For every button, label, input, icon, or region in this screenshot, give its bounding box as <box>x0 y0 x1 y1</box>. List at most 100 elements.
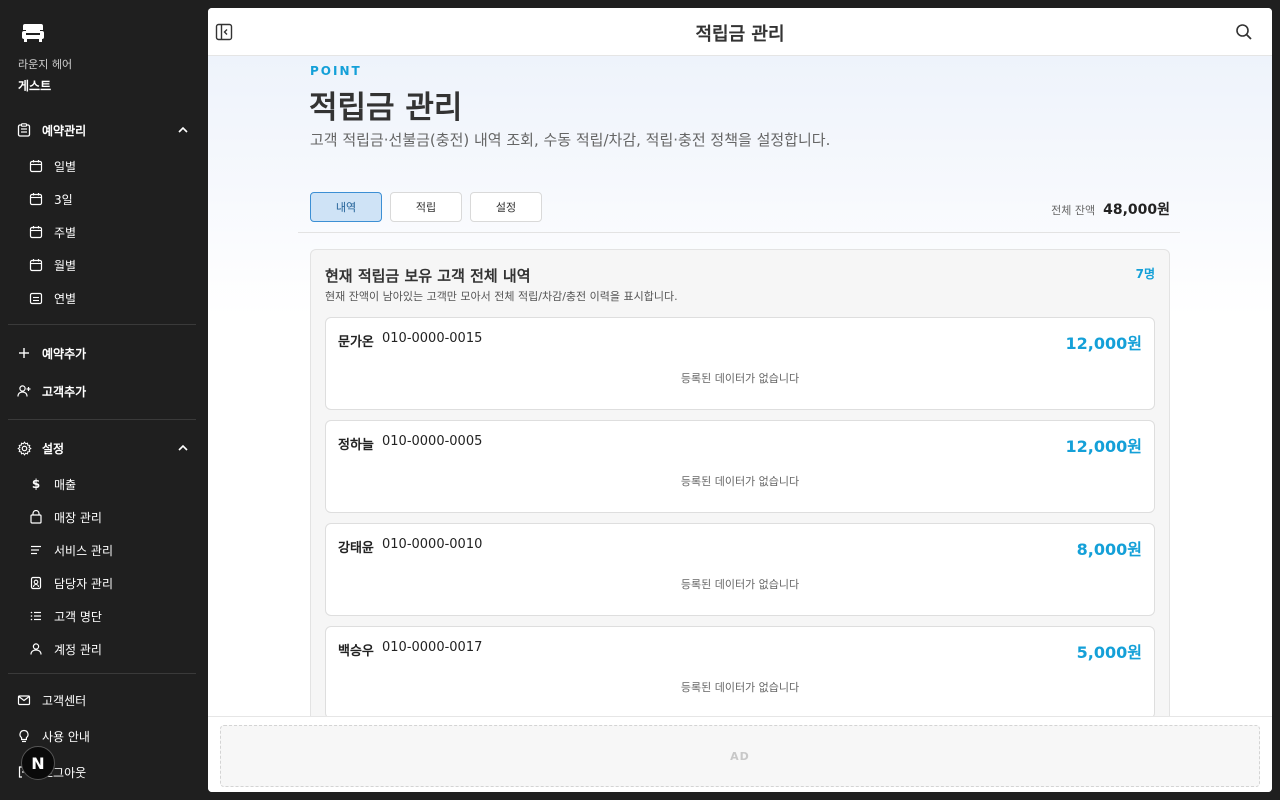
nav-settings-label: 설정 <box>42 441 65 456</box>
clipboard-icon <box>16 122 32 138</box>
nav-reservation-group[interactable]: 예약관리 <box>8 115 200 145</box>
customer-phone: 010-0000-0005 <box>382 434 483 449</box>
user-name: 게스트 <box>18 79 52 93</box>
customer-phone: 010-0000-0017 <box>382 640 483 655</box>
sidebar: 라운지 헤어 게스트 예약관리 일별 3일 주별 월별 연별 예약추가 고객추가 <box>0 0 208 800</box>
panel-title: 현재 적립금 보유 고객 전체 내역 <box>325 267 531 285</box>
nav-item-weekly[interactable]: 주별 <box>8 217 200 247</box>
nav-item-daily[interactable]: 일별 <box>8 151 200 181</box>
top-bar: 적립금 관리 <box>208 8 1272 56</box>
content-area: POINT 적립금 관리 고객 적립금·선불금(충전) 내역 조회, 수동 적립… <box>208 56 1272 716</box>
nav-support-label: 고객센터 <box>42 693 87 708</box>
chevron-up-icon <box>178 126 188 133</box>
nav-item-customers[interactable]: 고객 명단 <box>8 601 200 631</box>
chevron-up-icon <box>178 444 188 451</box>
nav-item-label: 주별 <box>54 225 77 240</box>
store-name: 라운지 헤어 <box>18 58 73 71</box>
nav-settings-group[interactable]: 설정 <box>8 433 200 463</box>
nav-item-yearly[interactable]: 연별 <box>8 283 200 313</box>
nav-item-label: 연별 <box>54 291 77 306</box>
nav-item-label: 일별 <box>54 159 77 174</box>
ad-banner[interactable]: AD <box>220 725 1260 787</box>
customer-name: 문가온 <box>338 335 374 350</box>
tab-bar: 내역 적립 설정 <box>310 192 542 222</box>
nav-item-monthly[interactable]: 월별 <box>8 250 200 280</box>
customer-phone: 010-0000-0010 <box>382 537 483 552</box>
page-eyebrow: POINT <box>310 64 362 78</box>
mail-icon <box>16 692 32 708</box>
menu-lines-icon <box>28 542 44 558</box>
search-icon[interactable] <box>1235 23 1253 41</box>
tab-accrue[interactable]: 적립 <box>390 192 462 222</box>
nav-item-label: 3일 <box>54 192 73 207</box>
tab-history[interactable]: 내역 <box>310 192 382 222</box>
total-balance-label: 전체 잔액 <box>1051 204 1096 217</box>
nav-item-label: 서비스 관리 <box>54 543 114 558</box>
customer-balance: 8,000원 <box>1076 540 1142 559</box>
nav-item-label: 월별 <box>54 258 77 273</box>
page-description: 고객 적립금·선불금(충전) 내역 조회, 수동 적립/차감, 적립·충전 정책… <box>310 131 831 149</box>
nav-item-label: 계정 관리 <box>54 642 102 657</box>
nav-item-account[interactable]: 계정 관리 <box>8 634 200 664</box>
total-balance: 전체 잔액 48,000원 <box>1051 199 1170 219</box>
customer-balance: 12,000원 <box>1065 437 1142 456</box>
customer-history-panel: 현재 적립금 보유 고객 전체 내역 현재 잔액이 남아있는 고객만 모아서 전… <box>310 249 1170 716</box>
tab-divider <box>298 232 1180 233</box>
sidebar-divider <box>8 419 196 420</box>
calendar-icon <box>28 158 44 174</box>
customer-name: 정하늘 <box>338 438 374 453</box>
page-title: 적립금 관리 <box>309 90 463 126</box>
nav-item-service[interactable]: 서비스 관리 <box>8 535 200 565</box>
nav-item-3day[interactable]: 3일 <box>8 184 200 214</box>
panel-subtitle: 현재 잔액이 남아있는 고객만 모아서 전체 적립/차감/충전 이력을 표시합니… <box>325 290 678 303</box>
avatar[interactable]: N <box>21 746 55 780</box>
empty-message: 등록된 데이터가 없습니다 <box>680 475 800 488</box>
nav-support[interactable]: 고객센터 <box>8 685 200 715</box>
user-plus-icon <box>16 383 32 399</box>
customer-card[interactable]: 정하늘 010-0000-0005 12,000원 등록된 데이터가 없습니다 <box>325 420 1155 513</box>
lightbulb-icon <box>16 728 32 744</box>
gear-icon <box>16 440 32 456</box>
empty-message: 등록된 데이터가 없습니다 <box>680 372 800 385</box>
nav-guide-label: 사용 안내 <box>42 729 90 744</box>
tab-settings[interactable]: 설정 <box>470 192 542 222</box>
customer-name: 백승우 <box>338 644 374 659</box>
sidebar-divider <box>8 673 196 674</box>
customer-card[interactable]: 백승우 010-0000-0017 5,000원 등록된 데이터가 없습니다 <box>325 626 1155 716</box>
customer-name: 강태윤 <box>338 541 374 556</box>
nav-add-reservation[interactable]: 예약추가 <box>8 338 200 368</box>
calendar-icon <box>28 224 44 240</box>
customer-balance: 5,000원 <box>1076 643 1142 662</box>
empty-message: 등록된 데이터가 없습니다 <box>680 681 800 694</box>
nav-item-store[interactable]: 매장 관리 <box>8 502 200 532</box>
empty-message: 등록된 데이터가 없습니다 <box>680 578 800 591</box>
footer-bar: AD <box>208 716 1272 792</box>
store-icon <box>28 509 44 525</box>
customer-card[interactable]: 문가온 010-0000-0015 12,000원 등록된 데이터가 없습니다 <box>325 317 1155 410</box>
main-panel: 적립금 관리 POINT 적립금 관리 고객 적립금·선불금(충전) 내역 조회… <box>208 8 1272 792</box>
calendar-icon <box>28 191 44 207</box>
nav-add-customer[interactable]: 고객추가 <box>8 376 200 406</box>
nav-reservation-label: 예약관리 <box>42 123 87 138</box>
user-icon <box>28 641 44 657</box>
nav-item-staff[interactable]: 담당자 관리 <box>8 568 200 598</box>
nav-item-label: 매출 <box>54 477 77 492</box>
nav-add-reservation-label: 예약추가 <box>42 346 87 361</box>
total-balance-value: 48,000원 <box>1103 202 1170 218</box>
header-title: 적립금 관리 <box>695 24 785 45</box>
nav-add-customer-label: 고객추가 <box>42 384 87 399</box>
nav-item-label: 매장 관리 <box>54 510 102 525</box>
nav-item-label: 고객 명단 <box>54 609 102 624</box>
calendar-icon <box>28 257 44 273</box>
sofa-logo-icon <box>22 24 44 42</box>
plus-icon <box>16 345 32 361</box>
nav-item-label: 담당자 관리 <box>54 576 114 591</box>
nav-item-sales[interactable]: $ 매출 <box>8 469 200 499</box>
list-icon <box>28 608 44 624</box>
calendar-list-icon <box>28 290 44 306</box>
customer-balance: 12,000원 <box>1065 334 1142 353</box>
sidebar-divider <box>8 324 196 325</box>
customer-card[interactable]: 강태윤 010-0000-0010 8,000원 등록된 데이터가 없습니다 <box>325 523 1155 616</box>
id-badge-icon <box>28 575 44 591</box>
customer-phone: 010-0000-0015 <box>382 331 483 346</box>
